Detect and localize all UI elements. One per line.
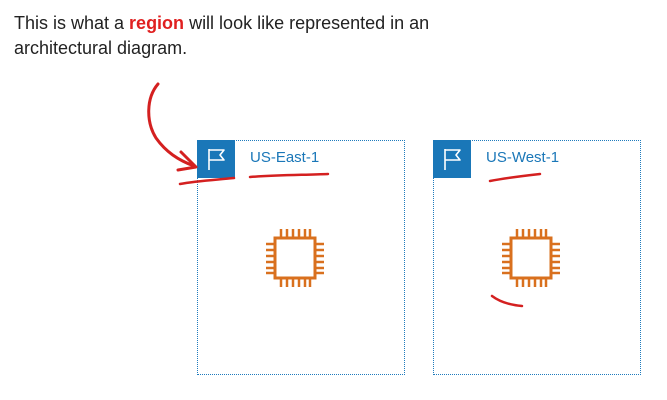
caption: This is what a region will look like rep… (14, 11, 434, 61)
arrow-head (176, 150, 198, 172)
flag-icon (433, 140, 471, 178)
arrow-stroke (147, 82, 196, 168)
caption-prefix: This is what a (14, 13, 130, 33)
region-label: US-West-1 (486, 149, 560, 166)
region-us-west-1: US-West-1 (433, 140, 641, 375)
caption-emphasis: region (129, 13, 185, 33)
region-us-east-1: US-East-1 (197, 140, 405, 375)
region-label: US-East-1 (250, 149, 320, 166)
flag-icon (197, 140, 235, 178)
processor-chip-icon (502, 229, 560, 287)
processor-chip-icon (266, 229, 324, 287)
